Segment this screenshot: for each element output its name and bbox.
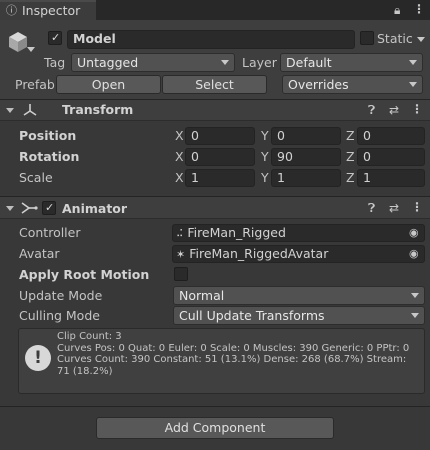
animator-icon [20, 200, 38, 216]
avatar-icon: ✶ [176, 248, 186, 261]
animator-enabled-checkbox[interactable]: ✓ [42, 201, 56, 215]
controller-field[interactable]: ⠬ FireMan_Rigged [172, 224, 425, 242]
layer-dropdown[interactable]: Default [280, 53, 423, 72]
culling-mode-dropdown[interactable]: Cull Update Transforms [173, 306, 425, 325]
select-button[interactable]: Select [162, 75, 267, 94]
position-x-field[interactable]: 0 [185, 127, 255, 145]
chevron-down-icon [411, 313, 419, 318]
transform-icon [22, 102, 38, 118]
controller-label: Controller [19, 225, 81, 240]
rotation-x-field[interactable]: 0 [185, 148, 255, 166]
active-checkbox[interactable]: ✓ [48, 31, 62, 45]
update-mode-label: Update Mode [19, 288, 103, 303]
overrides-dropdown[interactable]: Overrides [282, 75, 423, 94]
foldout-arrow-icon[interactable] [6, 206, 14, 211]
info-line: 71 (18.2%) [57, 365, 113, 377]
kebab-menu-icon[interactable]: ⋮ [411, 102, 423, 116]
help-icon[interactable]: ❓︎ [368, 103, 375, 117]
object-picker-icon[interactable]: ◉ [409, 247, 419, 261]
gameobject-icon [8, 31, 28, 52]
avatar-field[interactable]: ✶ FireMan_RiggedAvatar [172, 245, 425, 263]
open-button[interactable]: Open [56, 75, 161, 94]
controller-value: FireMan_Rigged [187, 225, 286, 240]
chevron-down-icon [409, 60, 417, 65]
position-z-field[interactable]: 0 [357, 127, 425, 145]
transform-title: Transform [62, 102, 134, 117]
component-divider [0, 406, 430, 407]
scale-label: Scale [19, 170, 53, 185]
tab-inspector[interactable]: ⓘ Inspector [0, 0, 96, 20]
tag-dropdown[interactable]: Untagged [71, 53, 235, 72]
foldout-arrow-icon[interactable] [6, 108, 14, 113]
checkmark-icon: ✓ [51, 31, 61, 44]
rotation-y-label[interactable]: Y [261, 149, 269, 164]
scale-y-label[interactable]: Y [261, 170, 269, 185]
tag-label: Tag [44, 55, 66, 70]
object-picker-icon[interactable]: ◉ [409, 226, 419, 240]
add-component-button[interactable]: Add Component [96, 417, 334, 439]
prefab-label: Prefab [15, 77, 55, 92]
kebab-menu-icon[interactable]: ⋮ [411, 200, 423, 214]
tab-title: Inspector [22, 3, 81, 18]
rotation-x-label[interactable]: X [175, 149, 184, 164]
scale-y-field[interactable]: 1 [271, 169, 341, 187]
apply-root-motion-checkbox[interactable] [174, 267, 188, 281]
chevron-down-icon [409, 82, 417, 87]
help-icon[interactable]: ❓︎ [368, 201, 375, 215]
rotation-z-label[interactable]: Z [346, 149, 355, 164]
position-x-label[interactable]: X [175, 128, 184, 143]
info-icon: ⓘ [6, 4, 17, 17]
rotation-label: Rotation [19, 149, 80, 164]
info-icon: ! [25, 345, 51, 371]
avatar-value: FireMan_RiggedAvatar [189, 246, 329, 261]
apply-root-motion-label: Apply Root Motion [19, 267, 150, 282]
layer-label: Layer [242, 55, 277, 70]
rotation-z-field[interactable]: 0 [357, 148, 425, 166]
tag-value: Untagged [77, 55, 139, 70]
scale-z-label[interactable]: Z [346, 170, 355, 185]
position-z-label[interactable]: Z [346, 128, 355, 143]
position-label: Position [19, 128, 77, 143]
static-label: Static [377, 31, 413, 46]
presets-icon[interactable]: ⇄ [389, 201, 399, 215]
object-name-field[interactable]: Model [67, 30, 355, 49]
animator-controller-icon: ⠬ [176, 229, 184, 240]
lock-icon[interactable]: 🔒︎ [394, 3, 400, 17]
kebab-menu-icon[interactable]: ⋮ [413, 2, 425, 16]
culling-mode-value: Cull Update Transforms [179, 308, 325, 323]
update-mode-dropdown[interactable]: Normal [173, 286, 425, 305]
rotation-y-field[interactable]: 90 [271, 148, 341, 166]
layer-value: Default [286, 55, 332, 70]
info-line: Clip Count: 3 [57, 331, 122, 342]
info-line: Curves Count: 390 Constant: 51 (13.1%) D… [57, 354, 407, 365]
presets-icon[interactable]: ⇄ [389, 103, 399, 117]
checkmark-icon: ✓ [45, 201, 55, 214]
chevron-down-icon [411, 293, 419, 298]
scale-x-field[interactable]: 1 [185, 169, 255, 187]
info-text: Clip Count: 3 Curves Pos: 0 Quat: 0 Eule… [57, 331, 423, 377]
static-checkbox[interactable] [360, 31, 374, 45]
icon-dropdown-icon[interactable] [27, 47, 35, 52]
avatar-label: Avatar [19, 246, 60, 261]
info-line: Curves Pos: 0 Quat: 0 Euler: 0 Scale: 0 … [57, 342, 410, 354]
position-y-field[interactable]: 0 [271, 127, 341, 145]
scale-z-field[interactable]: 1 [357, 169, 425, 187]
overrides-label: Overrides [288, 77, 349, 92]
static-dropdown-icon[interactable] [417, 37, 425, 42]
position-y-label[interactable]: Y [261, 128, 269, 143]
update-mode-value: Normal [179, 288, 225, 303]
chevron-down-icon [221, 60, 229, 65]
scale-x-label[interactable]: X [175, 170, 184, 185]
culling-mode-label: Culling Mode [19, 308, 100, 323]
animator-title: Animator [62, 201, 128, 216]
